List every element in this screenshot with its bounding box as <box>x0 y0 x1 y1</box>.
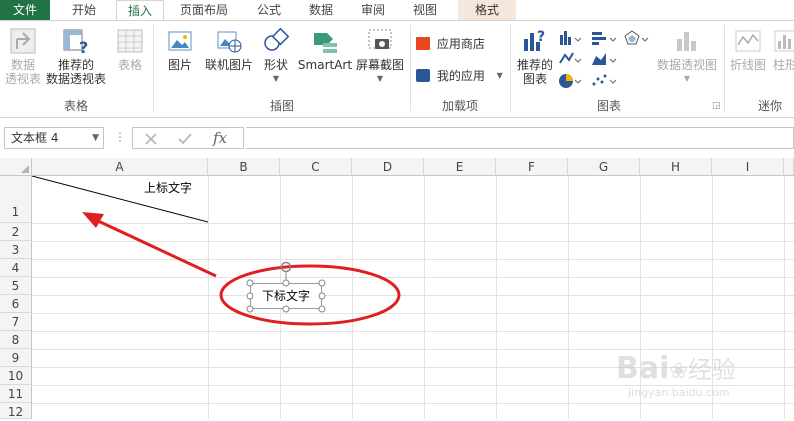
chevron-down-icon: ▼ <box>92 133 99 143</box>
name-box[interactable]: 文本框 4 ▼ <box>4 127 104 149</box>
formula-buttons: fx <box>132 127 244 149</box>
red-arrow <box>82 212 217 278</box>
tab-format[interactable]: 格式 <box>458 0 516 20</box>
smartart-button[interactable]: SmartArt <box>296 27 354 72</box>
pivot-table-button[interactable]: 数据 透视表 <box>2 27 44 86</box>
table-icon <box>117 29 143 53</box>
chevron-down-icon: ▼ <box>496 71 503 80</box>
sparkline-line-icon <box>735 30 761 52</box>
ribbon-separator <box>724 25 725 111</box>
tab-formulas[interactable]: 公式 <box>248 0 290 20</box>
pivot-table-label: 数据 透视表 <box>4 58 41 86</box>
svg-text:?: ? <box>79 38 88 55</box>
store-icon <box>416 37 430 50</box>
online-pictures-button[interactable]: 联机图片 <box>202 27 256 72</box>
chevron-down-icon: ▼ <box>376 74 384 83</box>
formula-input[interactable] <box>246 127 794 149</box>
textbox-handles[interactable] <box>244 258 330 316</box>
sparkline-column-button[interactable]: 柱形 <box>770 27 794 72</box>
store-button[interactable]: 应用商店 <box>416 35 512 52</box>
online-picture-icon <box>217 31 242 53</box>
tab-home[interactable]: 开始 <box>58 0 110 20</box>
enter-icon[interactable] <box>177 131 193 147</box>
pictures-label: 图片 <box>167 58 192 72</box>
screenshot-label: 屏幕截图 <box>355 58 404 72</box>
screenshot-icon <box>368 29 392 49</box>
table-label: 表格 <box>117 58 142 72</box>
pivot-chart-label: 数据透视图 <box>656 58 717 72</box>
smartart-icon <box>314 33 337 53</box>
dialog-launcher-icon[interactable]: ◲ <box>712 101 721 111</box>
table-button[interactable]: 表格 <box>112 27 148 72</box>
shapes-label: 形状 <box>263 58 288 72</box>
tab-file[interactable]: 文件 <box>0 0 50 20</box>
charts-group-label: 图表 <box>596 99 621 113</box>
screenshot-button[interactable]: 屏幕截图 ▼ <box>354 27 406 86</box>
illustrations-group-label: 插图 <box>269 99 294 113</box>
tab-view[interactable]: 视图 <box>404 0 446 20</box>
insert-function-icon[interactable]: fx <box>213 129 227 147</box>
pie-chart-icon[interactable] <box>559 74 582 88</box>
chevron-down-icon: ▼ <box>683 74 691 83</box>
sparkline-column-icon <box>774 30 794 52</box>
paw-icon: ❀ <box>669 359 688 384</box>
bar-chart-icon[interactable] <box>592 32 617 45</box>
recommended-charts-icon: ? <box>524 29 545 51</box>
ribbon-tabs: 文件 开始 插入 页面布局 公式 数据 审阅 视图 格式 <box>0 0 794 20</box>
tab-review[interactable]: 审阅 <box>352 0 394 20</box>
svg-text:?: ? <box>537 29 545 45</box>
sparklines-group-label: 迷你 <box>757 99 782 113</box>
watermark-brand-2: 经验 <box>687 356 736 384</box>
column-chart-icon[interactable] <box>560 31 582 45</box>
tables-group-label: 表格 <box>63 99 88 113</box>
pivot-table-icon <box>10 28 36 54</box>
my-apps-label: 我的应用 <box>436 69 485 83</box>
baidu-watermark: Bai❀经验 jingyan.baidu.com <box>616 350 736 399</box>
my-apps-icon <box>416 69 430 82</box>
chevron-down-icon: ▼ <box>272 74 280 83</box>
formula-bar: 文本框 4 ▼ ⋮ fx <box>0 118 794 158</box>
ribbon: 数据 透视表 ? 推荐的 数据透视表 表格 表格 图片 联机图片 形状 ▼ Sm… <box>0 20 794 118</box>
tab-page-layout[interactable]: 页面布局 <box>170 0 238 20</box>
radar-chart-icon[interactable] <box>624 30 649 45</box>
store-label: 应用商店 <box>436 37 485 51</box>
watermark-brand: Bai <box>616 351 670 386</box>
line-chart-icon[interactable] <box>559 52 582 64</box>
picture-icon <box>168 31 192 51</box>
name-box-value: 文本框 4 <box>11 131 59 145</box>
cancel-icon[interactable] <box>143 131 159 147</box>
pivot-chart-button[interactable]: 数据透视图 ▼ <box>654 27 720 86</box>
tab-data[interactable]: 数据 <box>300 0 342 20</box>
recommended-pivot-button[interactable]: ? 推荐的 数据透视表 <box>44 27 108 86</box>
recommended-charts-label: 推荐的 图表 <box>516 58 553 86</box>
smartart-label: SmartArt <box>297 58 353 72</box>
spreadsheet-grid: A B C D E F G H I 1 2 3 4 5 6 7 8 9 10 1… <box>0 158 794 419</box>
watermark-url: jingyan.baidu.com <box>628 386 730 399</box>
pivot-chart-icon <box>677 32 696 51</box>
addins-group-label: 加载项 <box>441 99 478 113</box>
recommended-pivot-label: 推荐的 数据透视表 <box>45 58 106 86</box>
sparkline-line-button[interactable]: 折线图 <box>728 27 768 72</box>
online-pictures-label: 联机图片 <box>204 58 253 72</box>
shapes-button[interactable]: 形状 ▼ <box>258 27 294 86</box>
sparkline-column-label: 柱形 <box>772 58 794 72</box>
pictures-button[interactable]: 图片 <box>160 27 200 72</box>
more-icon: ⋮ <box>114 130 126 144</box>
recommended-charts-button[interactable]: ? 推荐的 图表 <box>514 27 556 86</box>
my-apps-button[interactable]: 我的应用 ▼ <box>416 67 512 84</box>
shapes-icon <box>264 27 290 51</box>
tab-insert[interactable]: 插入 <box>116 0 164 20</box>
chart-type-gallery <box>558 29 650 95</box>
scatter-chart-icon[interactable] <box>592 74 617 86</box>
recommended-pivot-icon: ? <box>63 29 88 55</box>
area-chart-icon[interactable] <box>592 53 617 65</box>
sparkline-line-label: 折线图 <box>729 58 766 72</box>
